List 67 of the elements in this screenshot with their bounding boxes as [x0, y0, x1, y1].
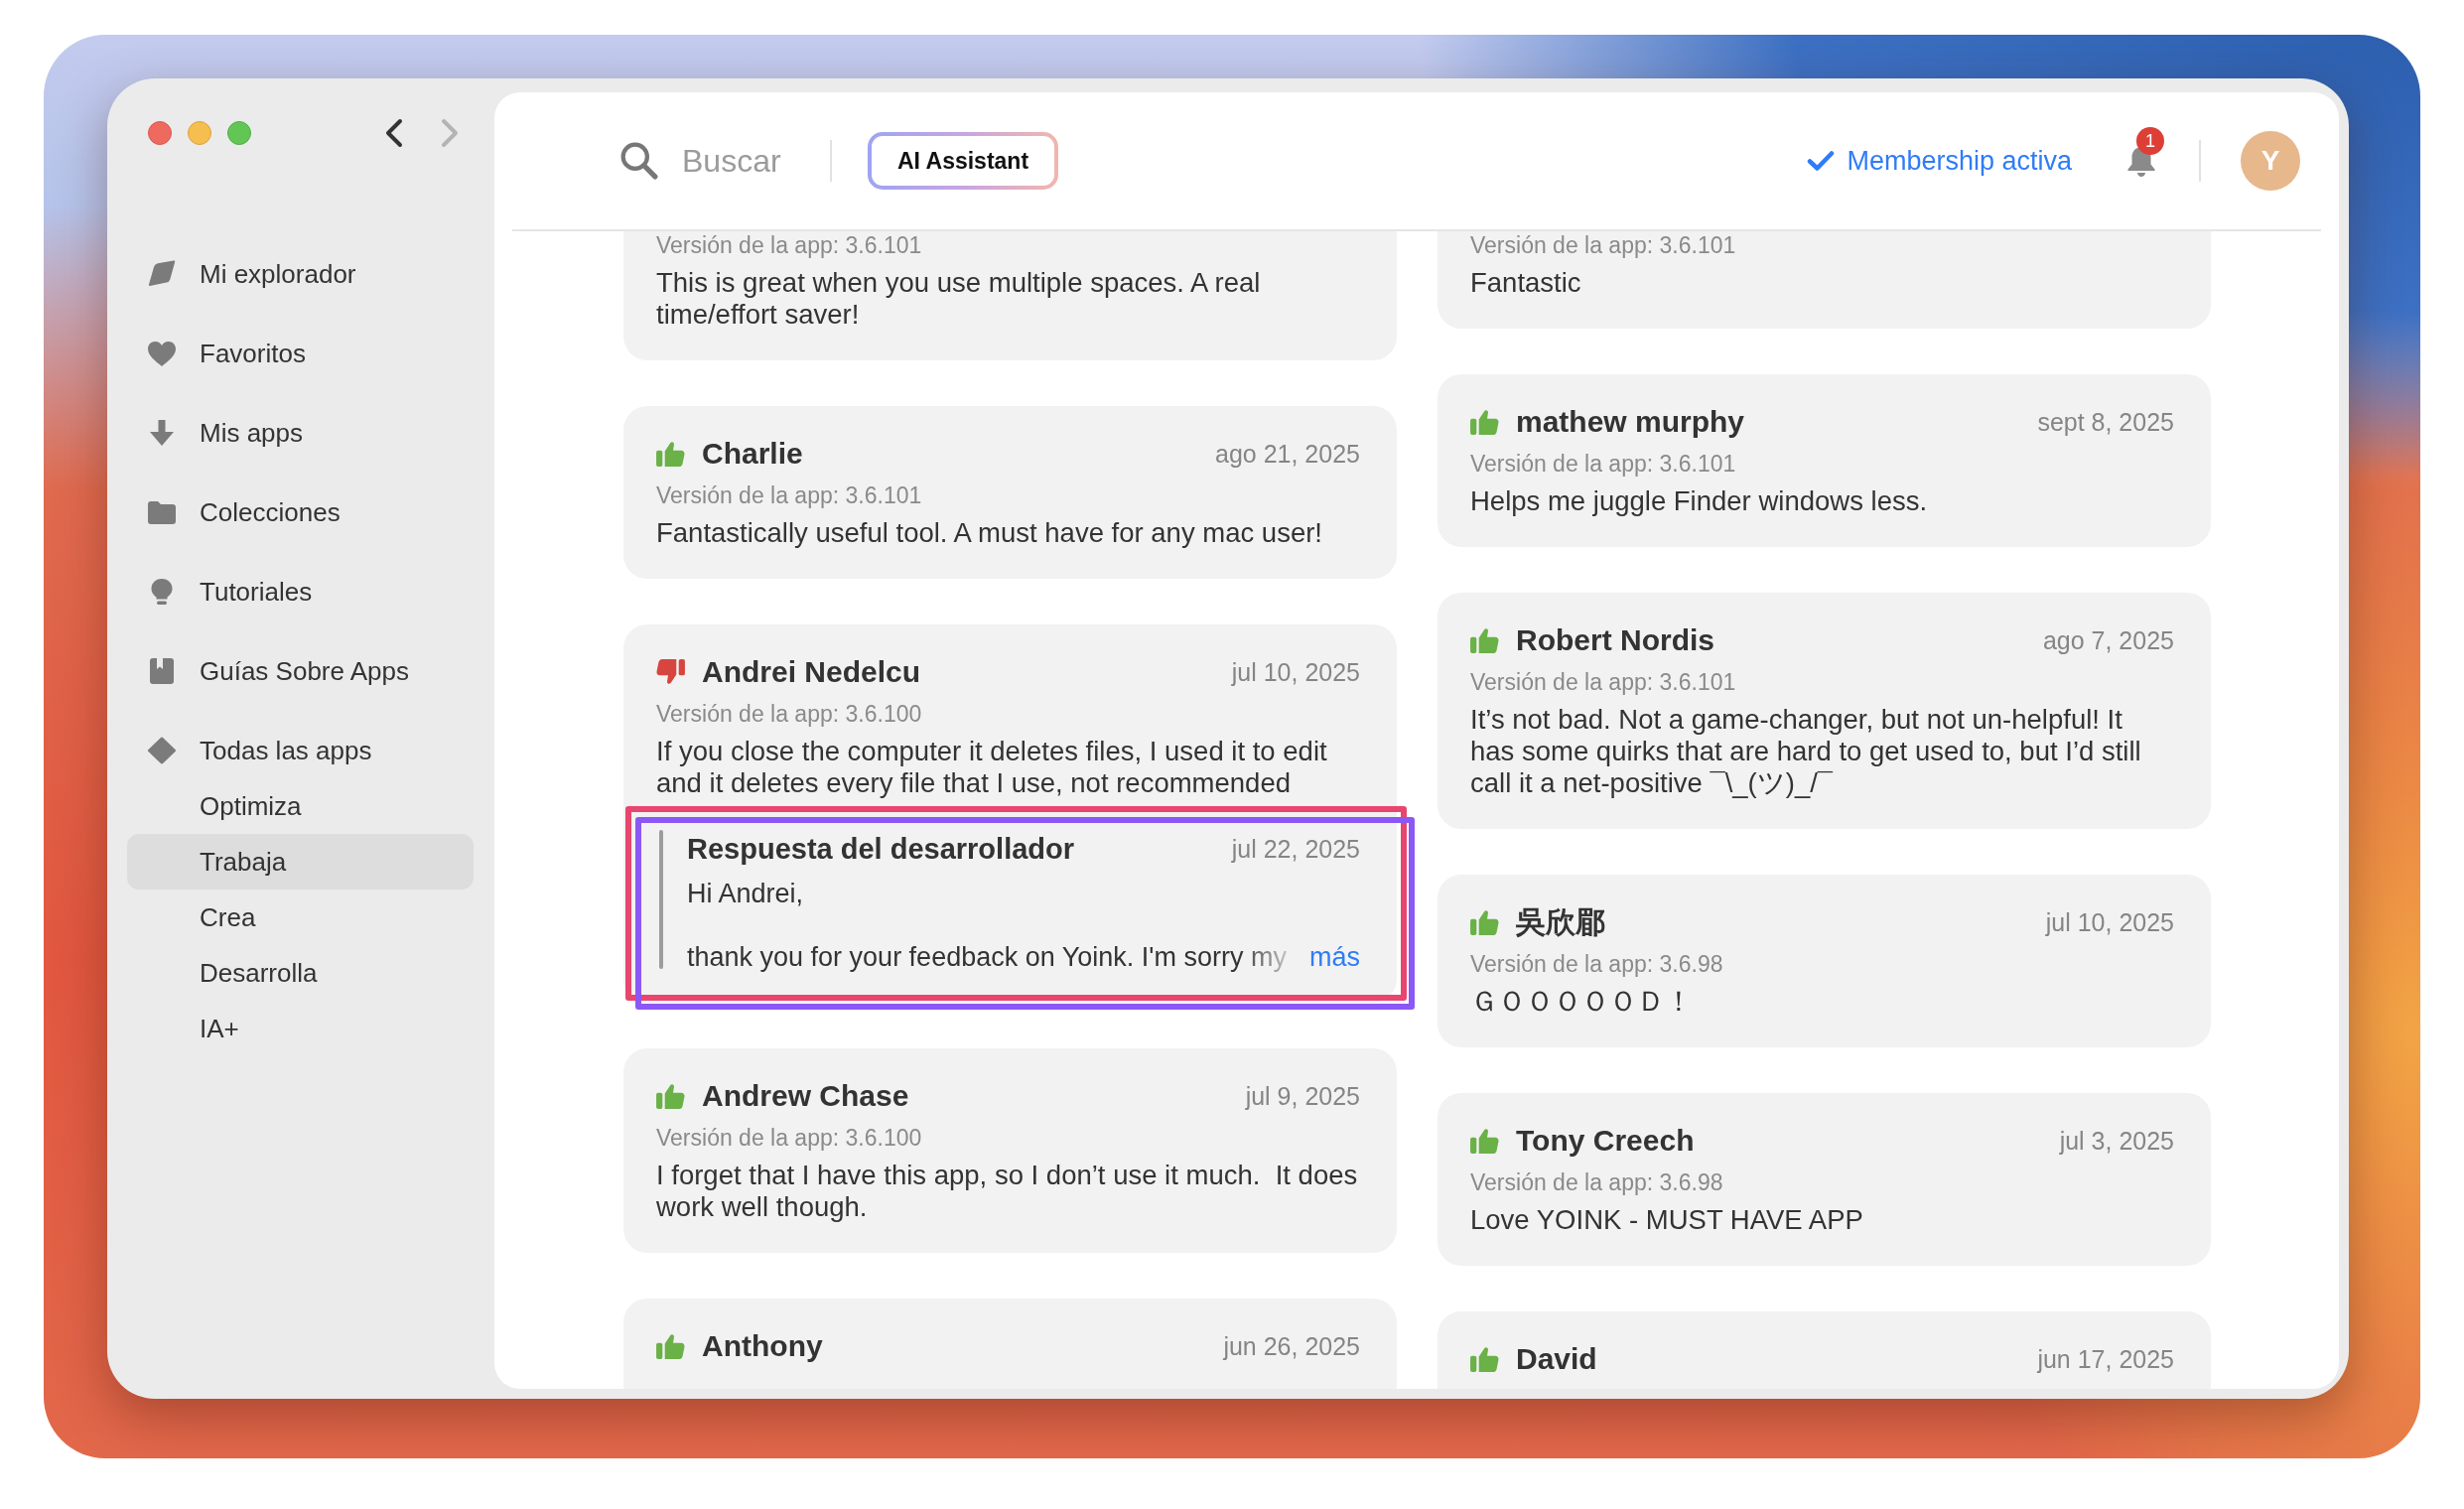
reviewer-name: Robert Nordis — [1516, 623, 1714, 657]
sidebar-item[interactable]: Favoritos — [127, 326, 474, 381]
folder-icon — [147, 498, 177, 526]
diamond-icon — [147, 737, 177, 764]
reviewer-name: Tony Creech — [1516, 1124, 1695, 1158]
sidebar-item[interactable]: Tutoriales — [127, 564, 474, 619]
down-arrow-icon — [147, 419, 177, 447]
sidebar-subitem[interactable]: IA+ — [127, 1001, 474, 1056]
reply-date: jul 22, 2025 — [1231, 834, 1360, 864]
review-text: If you close the computer it deletes files, I used it to edit and it deletes every file that I use, not recommended — [656, 736, 1328, 799]
review-text: ＧＯＯＯＯＯＤ！ — [1470, 986, 1694, 1018]
reviewer-name: Andrei Nedelcu — [702, 655, 921, 689]
sidebar-item[interactable]: Todas las apps — [127, 723, 474, 778]
app-version: Versión de la app: 3.6.101 — [656, 231, 923, 259]
sidebar-item[interactable]: Guías Sobre Apps — [127, 643, 474, 699]
reviewer-name: 吳欣郿 — [1516, 903, 1605, 940]
review-text: I forget that I have this app, so I don’t use it much. It does work well though. — [656, 1160, 1359, 1223]
review-date: jun 17, 2025 — [2037, 1344, 2174, 1374]
sidebar-item[interactable]: Mis apps — [127, 405, 474, 461]
heart-icon — [147, 340, 177, 367]
reply-title: Respuesta del desarrollador — [687, 832, 1075, 866]
review-date: jul 10, 2025 — [1231, 657, 1360, 687]
app-version: Versión de la app: 3.6.100 — [656, 700, 923, 728]
sidebar-item[interactable]: Mi explorador — [127, 246, 474, 302]
app-version: Versión de la app: 3.6.101 — [656, 481, 923, 509]
maximize-icon[interactable] — [227, 121, 251, 145]
app-version: Versión de la app: 3.6.98 — [1470, 1168, 1724, 1196]
review-date: sept 8, 2025 — [2037, 407, 2174, 437]
review-date: jul 9, 2025 — [1245, 1081, 1360, 1111]
review-date: ago 21, 2025 — [1215, 439, 1360, 469]
app-version: Versión de la app: 3.6.100 — [656, 1124, 923, 1152]
app-version: Versión de la app: 3.6.101 — [1470, 450, 1737, 478]
sidebar-item[interactable]: Colecciones — [127, 484, 474, 540]
app-version: Versión de la app: 3.6.101 — [1470, 668, 1737, 696]
parallelogram-icon — [147, 260, 177, 288]
review-date: jun 26, 2025 — [1223, 1331, 1360, 1361]
sidebar-subitem[interactable]: Optimiza — [127, 778, 474, 834]
reviewer-name: Andrew Chase — [702, 1079, 909, 1113]
review-text: This is great when you use multiple spaces. A real time/effort saver! — [656, 267, 1262, 331]
reply-text: Hi Andrei, thank you for your feedback on Yoink. I'm sorry my — [687, 878, 1287, 973]
reviewer-name: Anthony — [702, 1329, 823, 1363]
sidebar-subitem[interactable]: Trabaja — [127, 834, 474, 890]
back-icon[interactable] — [384, 118, 404, 148]
book-icon — [147, 657, 177, 685]
membership-status[interactable]: Membership activa — [1847, 145, 2072, 177]
review-text: It’s not bad. Not a game-changer, but not un-helpful! It has some quirks that are hard to get used to, but I’d still call it a net-positive ¯\_(ツ)_/¯ — [1470, 704, 2142, 799]
sidebar-subitem[interactable]: Crea — [127, 890, 474, 945]
review-date: ago 7, 2025 — [2042, 625, 2174, 655]
app-version: Versión de la app: 3.6.98 — [1470, 950, 1724, 978]
review-text: Helps me juggle Finder windows less. — [1470, 485, 1929, 517]
reviewer-name: David — [1516, 1342, 1597, 1376]
more-link[interactable]: más — [1309, 941, 1360, 973]
search-icon[interactable] — [620, 142, 658, 180]
notification-badge: 1 — [2136, 127, 2164, 155]
reviewer-name: Charlie — [702, 437, 803, 471]
review-text: Fantastically useful tool. A must have for any mac user! — [656, 517, 1323, 549]
close-icon[interactable] — [148, 121, 172, 145]
review-date: jul 10, 2025 — [2045, 907, 2174, 937]
reviewer-name: mathew murphy — [1516, 405, 1745, 439]
search-field[interactable]: Buscar — [682, 140, 809, 182]
review-text: Fantastic — [1470, 267, 1582, 299]
check-icon — [1807, 150, 1836, 172]
sidebar-subitem[interactable]: Desarrolla — [127, 945, 474, 1001]
app-version: Versión de la app: 3.6.101 — [1470, 231, 1737, 259]
minimize-icon[interactable] — [188, 121, 211, 145]
review-date: jul 3, 2025 — [2059, 1126, 2174, 1156]
review-text: Love YOINK - MUST HAVE APP — [1470, 1204, 1864, 1236]
